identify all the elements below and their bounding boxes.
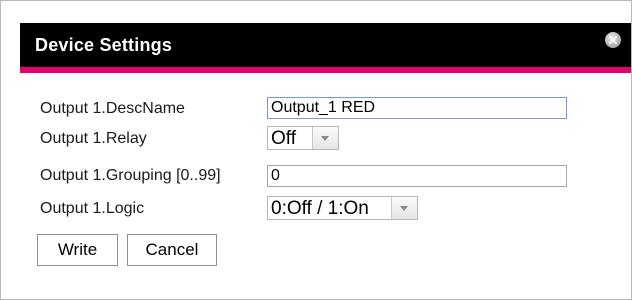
relay-select[interactable]: Off	[267, 126, 339, 150]
logic-label: Output 1.Logic	[40, 200, 145, 217]
grouping-input[interactable]	[267, 165, 567, 187]
descname-label: Output 1.DescName	[40, 100, 185, 117]
descname-input[interactable]	[267, 97, 567, 119]
relay-label: Output 1.Relay	[40, 130, 147, 147]
logic-dropdown-button[interactable]	[391, 197, 417, 219]
dialog-title: Device Settings	[35, 35, 173, 55]
accent-bar	[20, 67, 631, 73]
close-icon[interactable]	[605, 32, 621, 48]
dialog-titlebar: Device Settings	[20, 23, 631, 67]
relay-select-value: Off	[271, 128, 296, 149]
grouping-label: Output 1.Grouping [0..99]	[40, 167, 221, 184]
cancel-button[interactable]: Cancel	[127, 234, 217, 266]
write-button[interactable]: Write	[37, 234, 118, 266]
logic-select-value: 0:Off / 1:On	[271, 198, 369, 219]
device-settings-dialog: Device Settings Output 1.DescName Output…	[20, 23, 631, 295]
chevron-down-icon	[400, 206, 408, 211]
relay-dropdown-button[interactable]	[312, 127, 338, 149]
close-x-glyph	[609, 36, 617, 44]
chevron-down-icon	[321, 136, 329, 141]
logic-select[interactable]: 0:Off / 1:On	[267, 196, 418, 220]
